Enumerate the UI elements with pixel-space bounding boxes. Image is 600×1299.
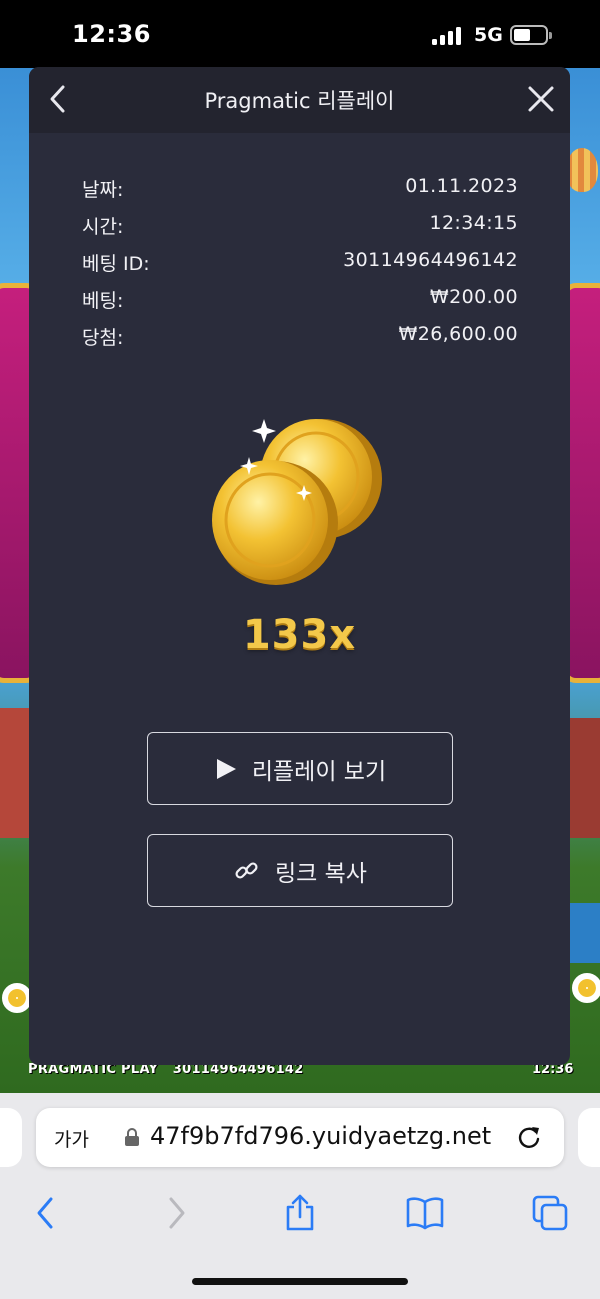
balloon-decoration — [566, 148, 598, 192]
url-text[interactable]: 47f9b7fd796.yuidyaetzg.net — [150, 1122, 491, 1150]
link-icon — [233, 857, 261, 885]
forward-nav-button[interactable] — [156, 1193, 196, 1233]
close-button[interactable] — [519, 77, 563, 121]
status-time: 12:36 — [72, 20, 151, 48]
flower-decoration — [572, 973, 600, 1003]
info-row-time: 시간: 12:34:15 — [82, 212, 518, 249]
barn-decoration-right — [568, 718, 600, 838]
info-value: 30114964496142 — [343, 249, 518, 271]
chevron-right-icon — [169, 1197, 185, 1229]
info-label: 베팅: — [82, 290, 124, 312]
info-label: 시간: — [82, 216, 124, 238]
copy-link-button[interactable]: 링크 복사 — [147, 834, 453, 907]
info-value: ₩26,600.00 — [398, 323, 518, 345]
close-icon — [528, 86, 554, 112]
watch-replay-label: 리플레이 보기 — [251, 758, 387, 785]
info-row-bet: 베팅: ₩200.00 — [82, 286, 518, 323]
previous-tab-pill[interactable] — [0, 1108, 22, 1167]
signal-icon — [432, 27, 464, 45]
info-row-date: 날짜: 01.11.2023 — [82, 175, 518, 212]
browser-chrome: 가가 47f9b7fd796.yuidyaetzg.net — [0, 1093, 600, 1299]
pond-decoration — [570, 903, 600, 963]
modal-title: Pragmatic 리플레이 — [204, 89, 395, 113]
info-row-bet-id: 베팅 ID: 30114964496142 — [82, 249, 518, 286]
copy-link-label: 링크 복사 — [275, 860, 367, 887]
reload-icon[interactable] — [514, 1122, 544, 1152]
info-label: 날짜: — [82, 179, 124, 201]
win-multiplier: 133x — [242, 612, 357, 658]
book-icon — [406, 1197, 444, 1230]
flower-decoration — [2, 983, 32, 1013]
info-row-win: 당첨: ₩26,600.00 — [82, 323, 518, 360]
info-label: 베팅 ID: — [82, 253, 150, 275]
info-value: ₩200.00 — [429, 286, 518, 308]
bookmarks-button[interactable] — [405, 1193, 445, 1233]
share-button[interactable] — [280, 1193, 320, 1233]
replay-modal: Pragmatic 리플레이 날짜: 01.11.2023 시간: 12:34:… — [29, 67, 570, 1065]
home-indicator — [192, 1278, 408, 1285]
text-size-button[interactable]: 가가 — [54, 1125, 89, 1152]
network-type: 5G — [474, 24, 503, 46]
next-tab-pill[interactable] — [578, 1108, 600, 1167]
info-value: 12:34:15 — [429, 212, 518, 234]
bet-info: 날짜: 01.11.2023 시간: 12:34:15 베팅 ID: 30114… — [82, 175, 518, 360]
coins-icon — [212, 419, 382, 585]
chevron-left-icon — [37, 1197, 53, 1229]
modal-header: Pragmatic 리플레이 — [29, 67, 570, 133]
back-nav-button[interactable] — [26, 1193, 66, 1233]
status-bar: 12:36 5G — [0, 0, 600, 68]
lock-icon — [125, 1128, 139, 1146]
watch-replay-button[interactable]: 리플레이 보기 — [147, 732, 453, 805]
info-value: 01.11.2023 — [405, 175, 518, 197]
tabs-icon — [532, 1195, 568, 1231]
tabs-button[interactable] — [530, 1193, 570, 1233]
address-bar[interactable]: 가가 47f9b7fd796.yuidyaetzg.net — [36, 1108, 564, 1167]
battery-icon — [510, 25, 552, 45]
play-icon — [214, 757, 238, 781]
info-label: 당첨: — [82, 327, 124, 349]
share-icon — [286, 1194, 314, 1231]
